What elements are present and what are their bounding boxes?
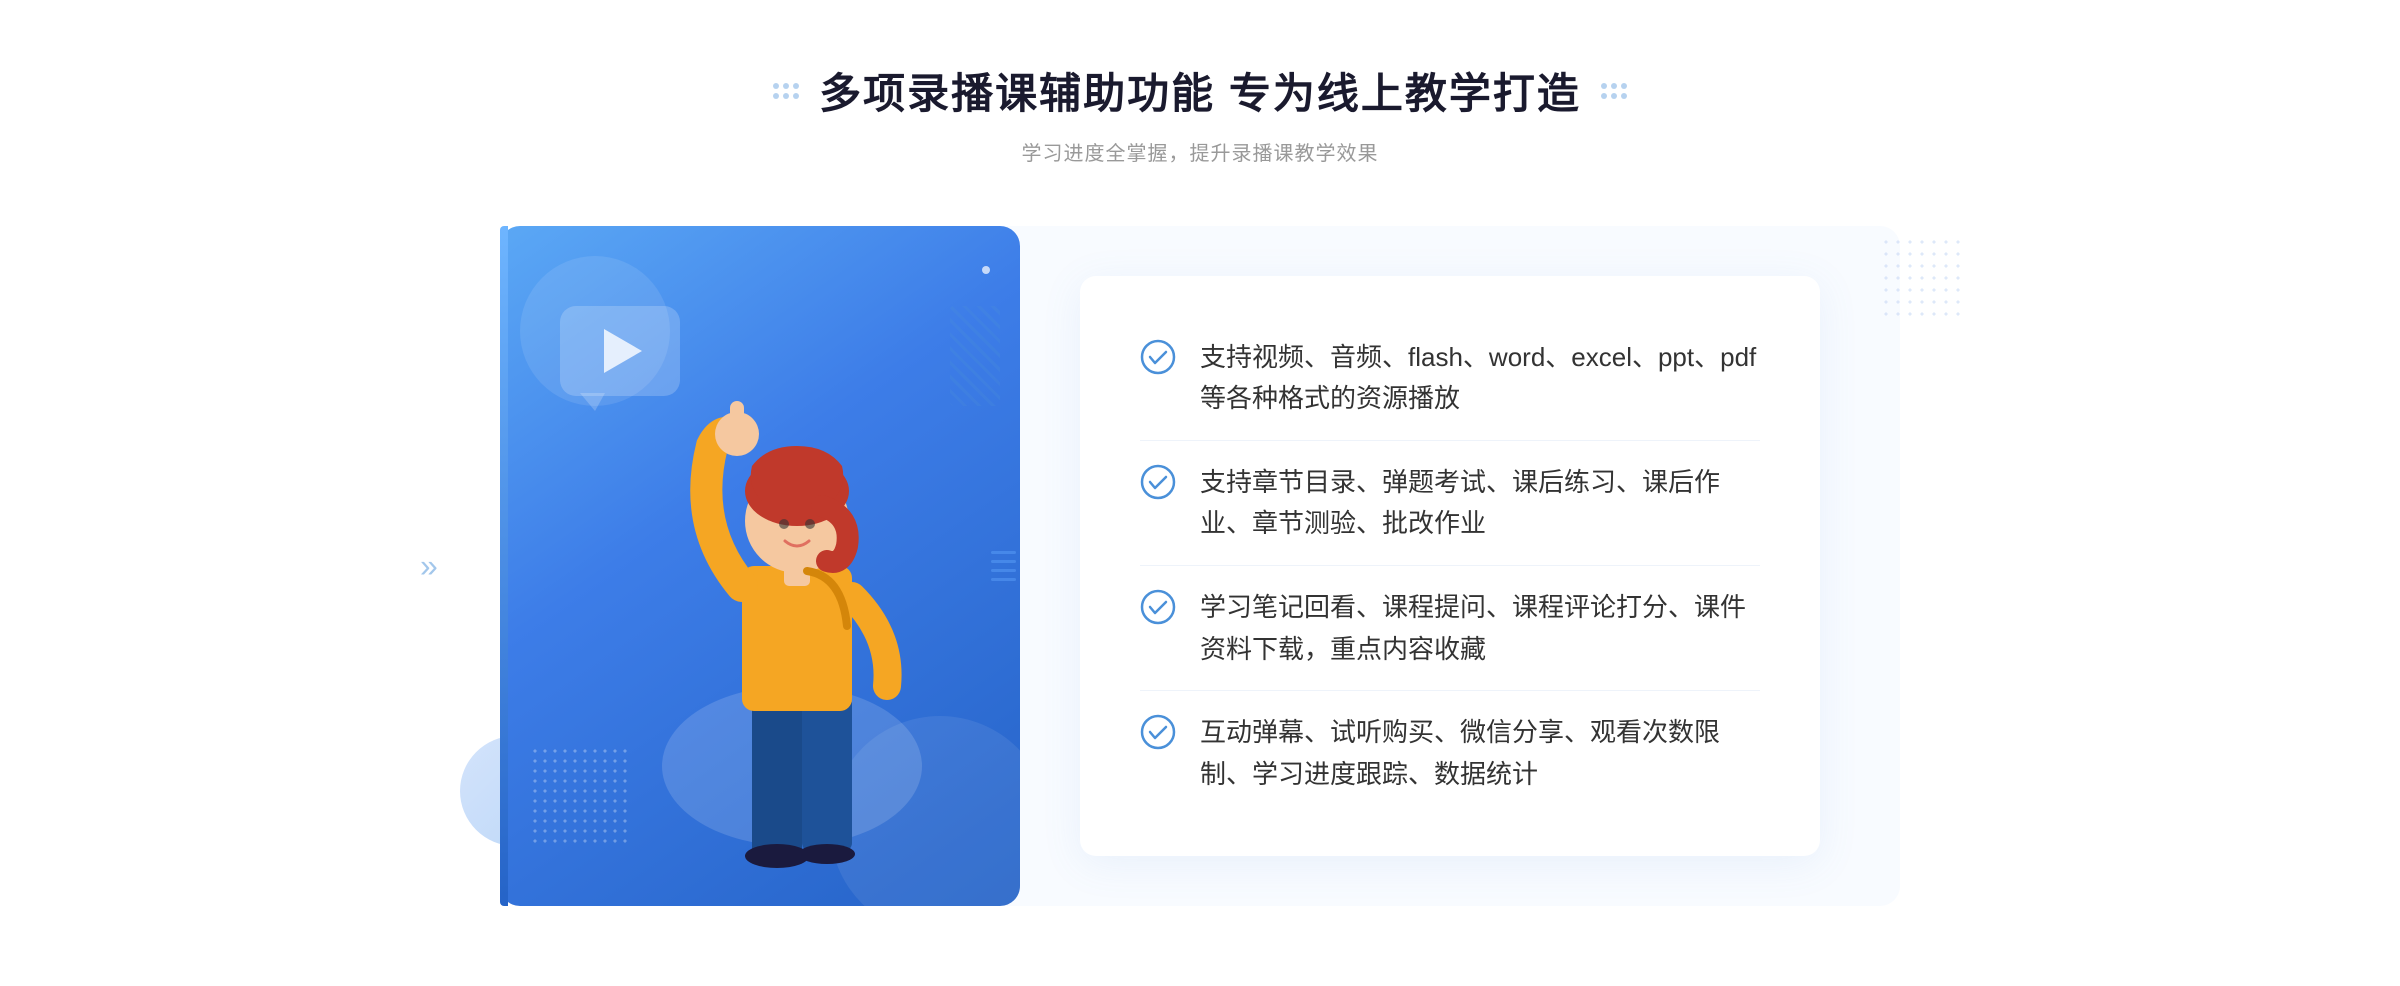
page-title: 多项录播课辅助功能 专为线上教学打造 xyxy=(819,60,1581,121)
title-dots-left xyxy=(773,83,799,99)
hash-marks xyxy=(991,551,1020,581)
right-dots-decoration xyxy=(1880,236,1960,316)
human-figure-illustration xyxy=(632,346,952,906)
feature-text-3: 学习笔记回看、课程提问、课程评论打分、课件资料下载，重点内容收藏 xyxy=(1200,587,1760,670)
feature-text-1: 支持视频、音频、flash、word、excel、ppt、pdf等各种格式的资源… xyxy=(1200,337,1760,420)
header-section: 多项录播课辅助功能 专为线上教学打造 学习进度全掌握，提升录播课教学效果 xyxy=(0,60,2400,166)
features-card: 支持视频、音频、flash、word、excel、ppt、pdf等各种格式的资源… xyxy=(1000,226,1900,906)
check-icon-1 xyxy=(1140,339,1176,375)
check-icon-2 xyxy=(1140,464,1176,500)
feature-text-4: 互动弹幕、试听购买、微信分享、观看次数限制、学习进度跟踪、数据统计 xyxy=(1200,712,1760,795)
feature-item-4: 互动弹幕、试听购买、微信分享、观看次数限制、学习进度跟踪、数据统计 xyxy=(1140,692,1760,815)
feature-item-2: 支持章节目录、弹题考试、课后练习、课后作业、章节测验、批改作业 xyxy=(1140,442,1760,566)
features-card-inner: 支持视频、音频、flash、word、excel、ppt、pdf等各种格式的资源… xyxy=(1080,276,1820,856)
card-dot-pattern xyxy=(530,746,630,846)
page-subtitle: 学习进度全掌握，提升录播课教学效果 xyxy=(1022,137,1379,166)
feature-item-3: 学习笔记回看、课程提问、课程评论打分、课件资料下载，重点内容收藏 xyxy=(1140,567,1760,691)
accent-bar xyxy=(500,226,508,906)
left-chevrons: » xyxy=(420,548,438,585)
feature-item-1: 支持视频、音频、flash、word、excel、ppt、pdf等各种格式的资源… xyxy=(1140,317,1760,441)
stripe-decoration xyxy=(950,306,1000,406)
feature-text-2: 支持章节目录、弹题考试、课后练习、课后作业、章节测验、批改作业 xyxy=(1200,462,1760,545)
chevron-icon-1: » xyxy=(420,548,438,585)
content-section: 支持视频、音频、flash、word、excel、ppt、pdf等各种格式的资源… xyxy=(500,226,1900,906)
star-deco-dot xyxy=(982,266,990,274)
check-icon-3 xyxy=(1140,589,1176,625)
check-icon-4 xyxy=(1140,714,1176,750)
main-content: » xyxy=(500,226,1900,906)
illustration-card xyxy=(500,226,1020,906)
header-title-row: 多项录播课辅助功能 专为线上教学打造 xyxy=(773,60,1627,121)
title-dots-right xyxy=(1601,83,1627,99)
page-wrapper: 多项录播课辅助功能 专为线上教学打造 学习进度全掌握，提升录播课教学效果 » xyxy=(0,0,2400,986)
